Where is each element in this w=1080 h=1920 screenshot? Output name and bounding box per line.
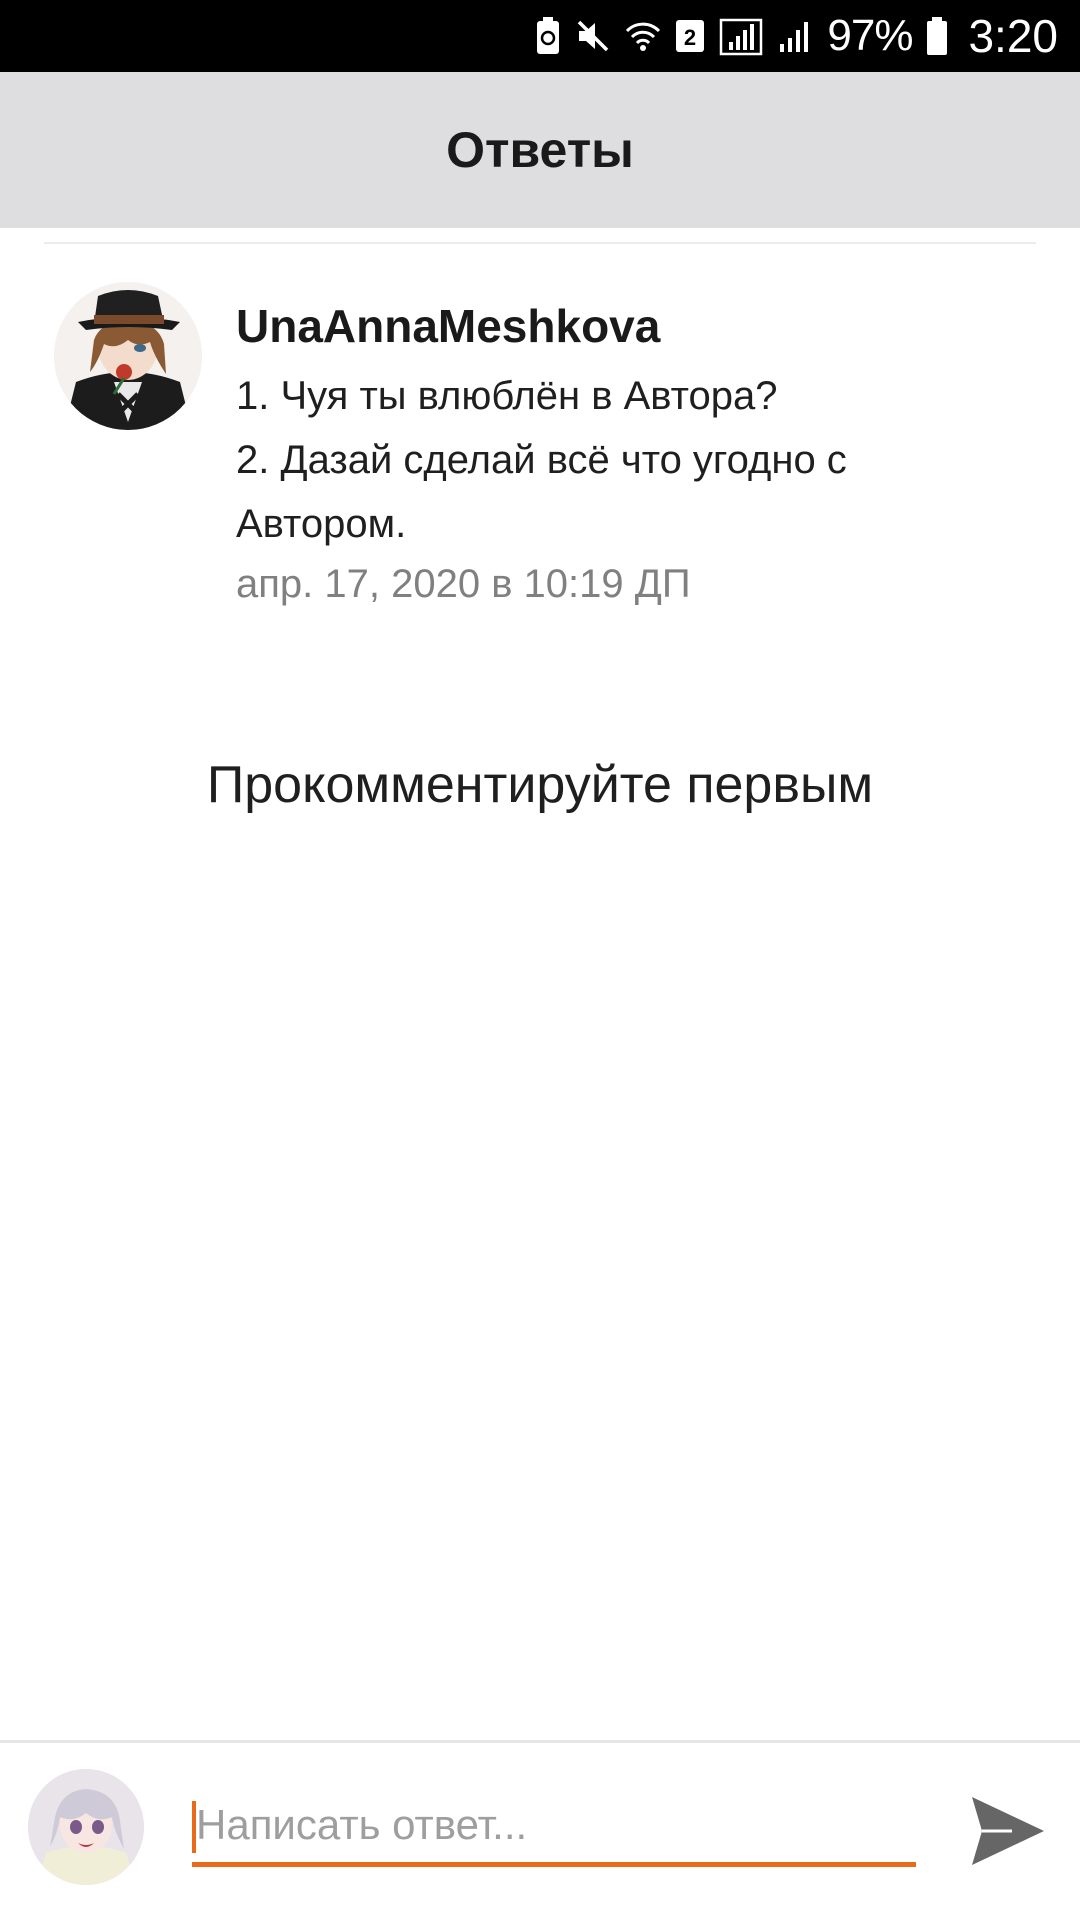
page-title: Ответы bbox=[446, 122, 634, 178]
reply-text-line: 2. Дазай сделай всё что угодно с bbox=[236, 438, 847, 482]
wifi-icon bbox=[625, 12, 661, 60]
avatar[interactable] bbox=[28, 1769, 144, 1885]
battery-icon bbox=[926, 12, 948, 60]
signal-icon bbox=[777, 12, 813, 60]
battery-saver-icon bbox=[535, 12, 561, 60]
divider bbox=[44, 242, 1036, 244]
send-icon bbox=[968, 1793, 1048, 1874]
battery-percent: 97% bbox=[827, 11, 913, 60]
reply-input[interactable] bbox=[192, 1787, 916, 1867]
reply-composer bbox=[0, 1743, 1080, 1920]
avatar[interactable] bbox=[54, 282, 202, 430]
reply-author[interactable]: UnaAnnaMeshkova bbox=[236, 298, 1036, 354]
app-bar: Ответы bbox=[0, 72, 1080, 228]
clock: 3:20 bbox=[968, 10, 1058, 62]
sim-2-icon: 2 bbox=[675, 12, 705, 60]
reply-text-line: 1. Чуя ты влюблён в Автора? bbox=[236, 374, 778, 418]
reply-timestamp: апр. 17, 2020 в 10:19 ДП bbox=[236, 562, 691, 606]
reply-body: UnaAnnaMeshkova 1. Чуя ты влюблён в Авто… bbox=[236, 298, 1036, 612]
status-bar: 2 97% 3:20 bbox=[0, 0, 1080, 72]
reply-item: UnaAnnaMeshkova 1. Чуя ты влюблён в Авто… bbox=[0, 270, 1080, 630]
sim-number: 2 bbox=[684, 25, 696, 50]
mute-icon bbox=[575, 12, 611, 60]
signal-icon bbox=[719, 12, 763, 60]
reply-text-line: Автором. bbox=[236, 502, 407, 546]
send-button[interactable] bbox=[958, 1783, 1058, 1883]
empty-state-text: Прокомментируйте первым bbox=[206, 756, 874, 814]
text-cursor bbox=[192, 1801, 196, 1853]
